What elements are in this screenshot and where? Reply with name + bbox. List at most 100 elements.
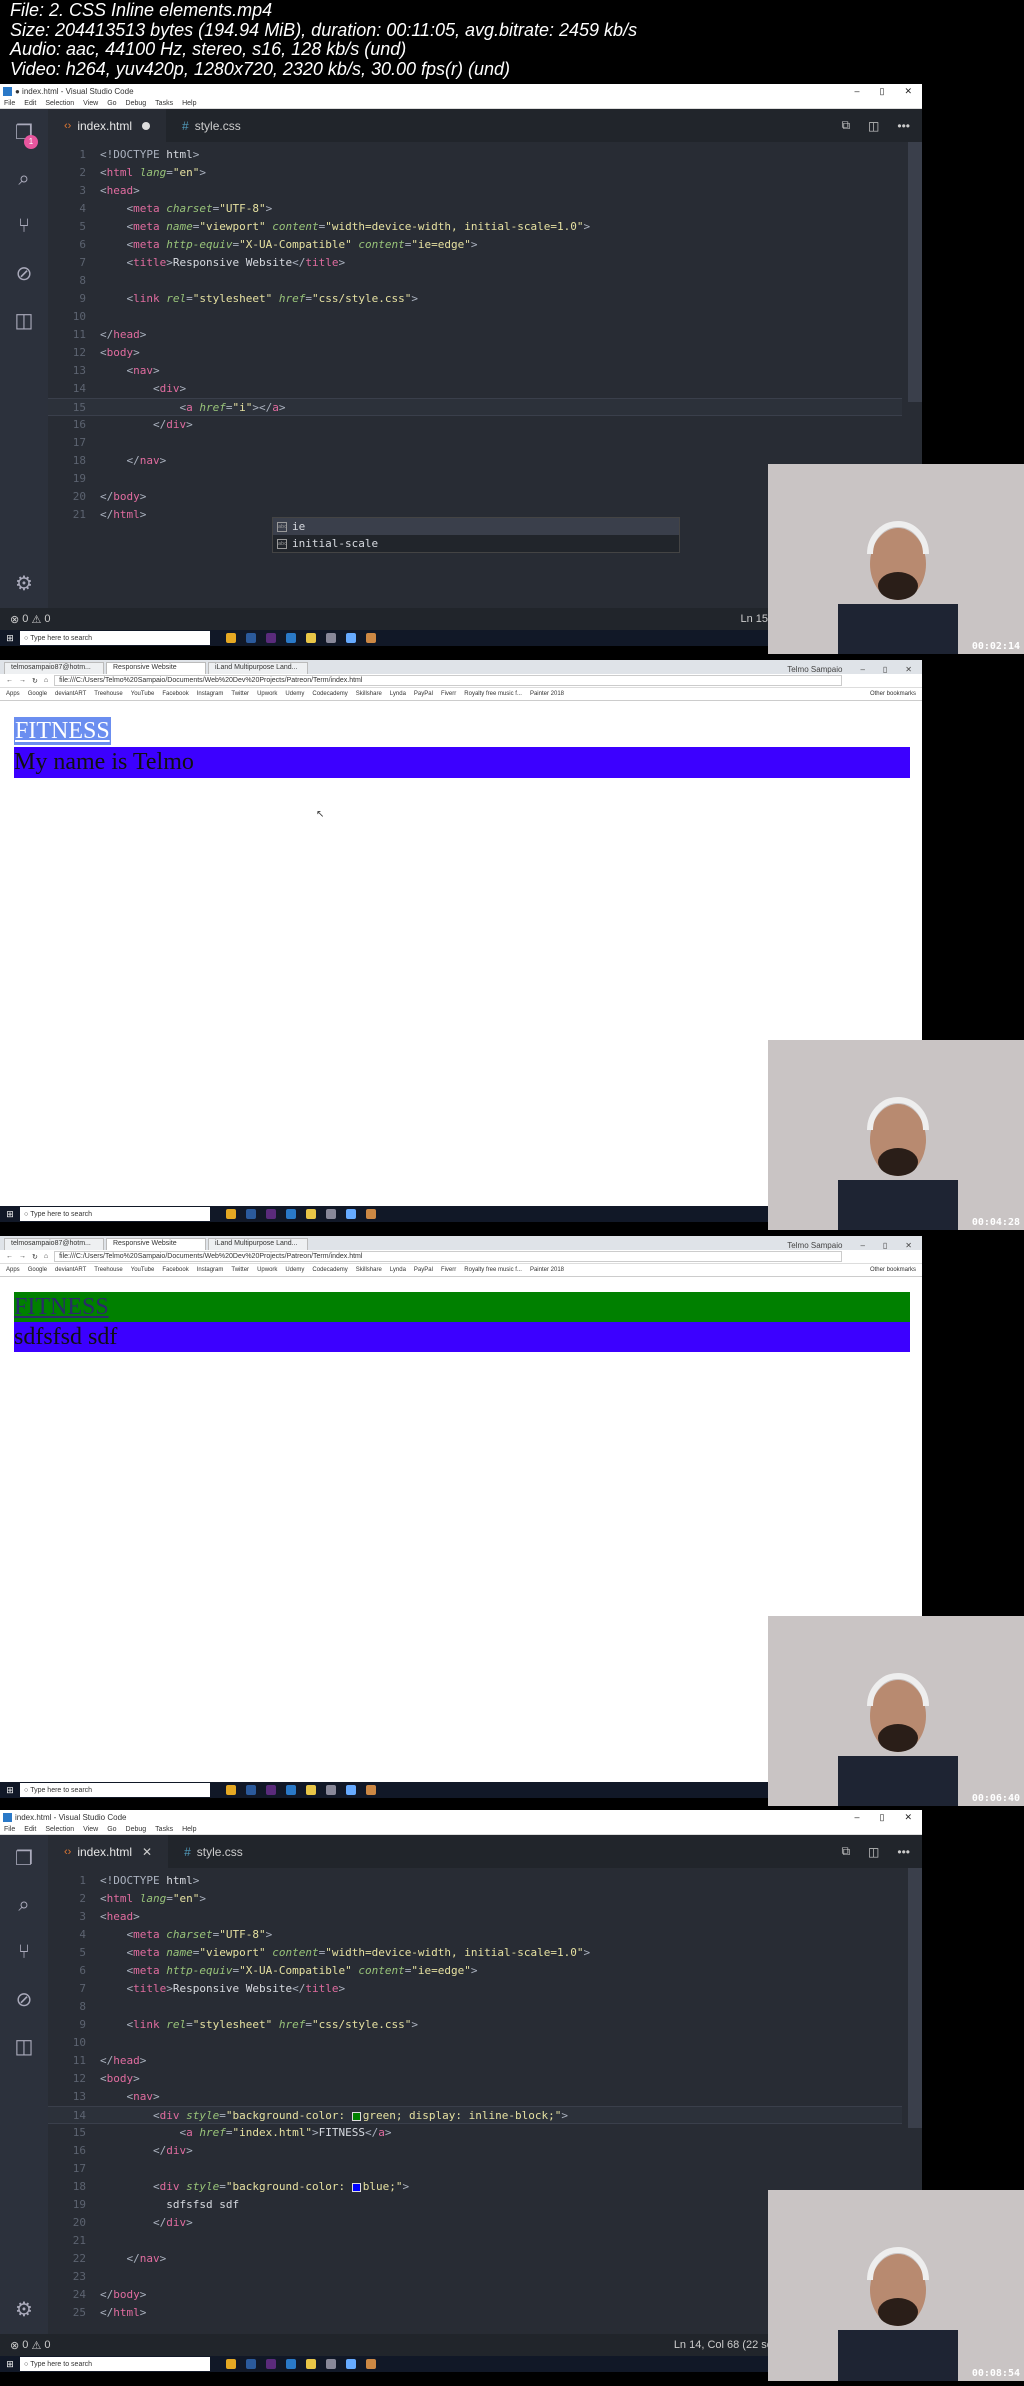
bookmark-item[interactable]: Twitter	[231, 691, 249, 697]
bookmark-item[interactable]: Codecademy	[312, 691, 347, 697]
code-line[interactable]: 7 <title>Responsive Website</title>	[48, 254, 902, 272]
more-actions-icon[interactable]: •••	[897, 119, 910, 133]
browser-tab-active[interactable]: Responsive Website	[106, 1238, 206, 1250]
code-line[interactable]: 11 </head>	[48, 326, 902, 344]
suggestion-item[interactable]: abc ie	[273, 518, 679, 535]
code-line[interactable]: 16 </div>	[48, 2142, 902, 2160]
app-icon[interactable]	[366, 2359, 376, 2369]
code-line[interactable]: 4 <meta charset="UTF-8">	[48, 1926, 902, 1944]
browser-tab[interactable]: telmosampaio87@hotm...	[4, 1238, 104, 1250]
debug-icon[interactable]: ⊘	[0, 250, 48, 297]
bookmark-item[interactable]: Google	[28, 691, 47, 697]
bookmark-item[interactable]: Facebook	[162, 691, 188, 697]
app-icon[interactable]	[366, 1785, 376, 1795]
bookmark-item[interactable]: Painter 2018	[530, 1267, 564, 1273]
code-line[interactable]: 8	[48, 272, 902, 290]
code-line[interactable]: 3 <head>	[48, 1908, 902, 1926]
app-icon[interactable]	[346, 1785, 356, 1795]
bookmark-item[interactable]: Painter 2018	[530, 691, 564, 697]
split-editor-icon[interactable]: ◫	[868, 1845, 879, 1859]
windows-start-icon[interactable]: ⊞	[0, 2359, 20, 2370]
bookmark-item[interactable]: YouTube	[131, 691, 155, 697]
code-line[interactable]: 7 <title>Responsive Website</title>	[48, 1980, 902, 1998]
code-line[interactable]: 3 <head>	[48, 182, 902, 200]
open-changes-icon[interactable]: ⧉	[841, 1844, 850, 1859]
extensions-icon[interactable]: ◫	[0, 2023, 48, 2070]
windows-start-icon[interactable]: ⊞	[0, 1209, 20, 1220]
vscode-taskbar-icon[interactable]	[286, 633, 296, 643]
editor-scrollbar[interactable]	[908, 142, 922, 402]
code-line[interactable]: 2 <html lang="en">	[48, 1890, 902, 1908]
warnings-icon[interactable]: ⚠	[31, 2339, 41, 2352]
bookmark-item[interactable]: Udemy	[285, 1267, 304, 1273]
address-bar[interactable]: file:///C:/Users/Telmo%20Sampaio/Documen…	[54, 1251, 842, 1262]
bookmark-item[interactable]: Upwork	[257, 691, 277, 697]
bookmark-item[interactable]: Fiverr	[441, 1267, 456, 1273]
bookmark-item[interactable]: Instagram	[197, 691, 224, 697]
menu-debug[interactable]: Debug	[126, 1826, 147, 1833]
code-line[interactable]: 10	[48, 308, 902, 326]
code-line[interactable]: 9 <link rel="stylesheet" href="css/style…	[48, 290, 902, 308]
app-icon[interactable]	[366, 633, 376, 643]
file-explorer-icon[interactable]	[306, 2359, 316, 2369]
premiere-icon[interactable]	[266, 633, 276, 643]
bookmark-item[interactable]: deviantART	[55, 1267, 86, 1273]
minimize-button[interactable]: –	[854, 86, 859, 97]
errors-icon[interactable]: ⊗	[10, 613, 19, 626]
app-icon[interactable]	[326, 1209, 336, 1219]
search-icon[interactable]: ⌕	[0, 1882, 48, 1929]
browser-tab[interactable]: iLand Multipurpose Land...	[208, 662, 308, 674]
tab-style-css[interactable]: # style.css	[166, 109, 257, 142]
menu-help[interactable]: Help	[182, 1826, 196, 1833]
photoshop-icon[interactable]	[246, 1785, 256, 1795]
code-line[interactable]: 14 <div style="background-color: green; …	[48, 2106, 902, 2124]
menu-tasks[interactable]: Tasks	[155, 1826, 173, 1833]
maximize-button[interactable]: ▯	[883, 1241, 887, 1250]
profile-name[interactable]: Telmo Sampaio	[787, 665, 842, 674]
bookmark-item[interactable]: Instagram	[197, 1267, 224, 1273]
code-line[interactable]: 17	[48, 2160, 902, 2178]
other-bookmarks[interactable]: Other bookmarks	[870, 691, 922, 697]
taskbar-search[interactable]: ○ Type here to search	[20, 2357, 210, 2371]
taskbar-search[interactable]: ○ Type here to search	[20, 1207, 210, 1221]
bookmark-item[interactable]: PayPal	[414, 691, 433, 697]
code-line[interactable]: 14 <div>	[48, 380, 902, 398]
tab-index-html[interactable]: ‹› index.html ✕	[48, 1835, 169, 1868]
bookmark-item[interactable]: Twitter	[231, 1267, 249, 1273]
menu-file[interactable]: File	[4, 1826, 15, 1833]
maximize-button[interactable]: ▯	[880, 86, 885, 97]
browser-tab[interactable]: iLand Multipurpose Land...	[208, 1238, 308, 1250]
profile-name[interactable]: Telmo Sampaio	[787, 1241, 842, 1250]
menu-view[interactable]: View	[83, 1826, 98, 1833]
bookmark-item[interactable]: Skillshare	[356, 1267, 382, 1273]
code-line[interactable]: 5 <meta name="viewport" content="width=d…	[48, 1944, 902, 1962]
windows-start-icon[interactable]: ⊞	[0, 1785, 20, 1796]
bookmark-item[interactable]: Treehouse	[94, 691, 122, 697]
file-explorer-icon[interactable]	[306, 1785, 316, 1795]
source-control-icon[interactable]: ⑂	[0, 203, 48, 250]
source-control-icon[interactable]: ⑂	[0, 1929, 48, 1976]
chrome-icon[interactable]	[226, 2359, 236, 2369]
back-icon[interactable]: ←	[6, 1253, 13, 1260]
minimize-button[interactable]: –	[860, 665, 864, 674]
code-line[interactable]: 16 </div>	[48, 416, 902, 434]
editor-scrollbar[interactable]	[908, 1868, 922, 2128]
split-editor-icon[interactable]: ◫	[868, 119, 879, 133]
bookmark-item[interactable]: Apps	[6, 1267, 20, 1273]
file-explorer-icon[interactable]	[306, 633, 316, 643]
chrome-icon[interactable]	[226, 633, 236, 643]
code-line[interactable]: 12 <body>	[48, 344, 902, 362]
maximize-button[interactable]: ▯	[883, 665, 887, 674]
fitness-link[interactable]: FITNESS	[14, 1294, 109, 1320]
bookmark-item[interactable]: Udemy	[285, 691, 304, 697]
vscode-taskbar-icon[interactable]	[286, 1209, 296, 1219]
home-icon[interactable]: ⌂	[44, 677, 48, 684]
close-tab-icon[interactable]: ✕	[142, 1845, 152, 1859]
maximize-button[interactable]: ▯	[880, 1812, 885, 1823]
chrome-icon[interactable]	[226, 1209, 236, 1219]
tab-index-html[interactable]: ‹› index.html	[48, 109, 167, 142]
extensions-icon[interactable]: ◫	[0, 297, 48, 344]
menu-help[interactable]: Help	[182, 100, 196, 107]
app-icon[interactable]	[326, 1785, 336, 1795]
menu-go[interactable]: Go	[107, 100, 116, 107]
